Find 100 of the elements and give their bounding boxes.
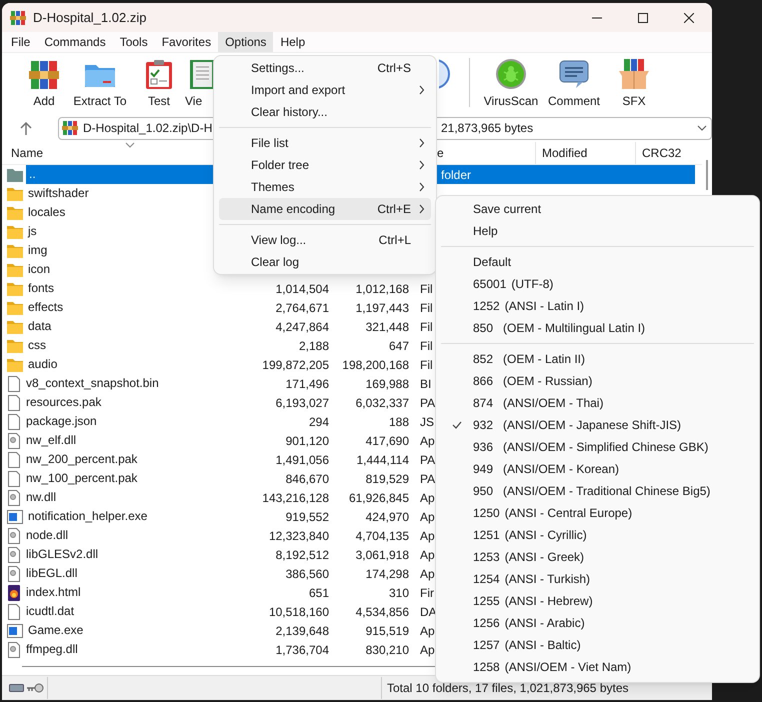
menu-item[interactable]: 1250 (ANSI - Central Europe) <box>441 502 754 524</box>
table-cell: 846,670 <box>286 472 329 486</box>
menu-item[interactable]: Clear log <box>219 251 431 273</box>
speech-bubble-icon <box>558 58 590 90</box>
menu-item[interactable]: 1253 (ANSI - Greek) <box>441 546 754 568</box>
menu-item[interactable]: Help <box>273 32 312 52</box>
menu-item[interactable]: View log... Ctrl+L <box>219 229 431 251</box>
toolbar-button[interactable]: Test <box>136 58 182 108</box>
table-cell: 174,298 <box>366 566 409 580</box>
file-name[interactable]: node.dll <box>26 526 68 545</box>
chevron-right-icon <box>419 182 425 192</box>
file-name[interactable]: nw.dll <box>26 488 56 507</box>
table-cell: 915,519 <box>366 624 409 638</box>
code-text: 1250 <box>473 505 500 522</box>
table-cell: 1,491,056 <box>276 452 329 466</box>
menu-item[interactable]: Settings... Ctrl+S <box>219 57 431 79</box>
up-arrow-icon[interactable] <box>20 122 32 134</box>
code-text: 1254 <box>473 571 500 588</box>
menu-item[interactable]: Default <box>441 251 754 273</box>
column-header[interactable]: Modified <box>542 144 588 162</box>
file-name[interactable]: v8_context_snapshot.bin <box>26 374 159 393</box>
menu-item[interactable]: 1252 (ANSI - Latin I) <box>441 295 754 317</box>
file-name[interactable]: img <box>28 241 48 260</box>
menu-item[interactable]: Favorites <box>154 32 218 52</box>
menu-item[interactable]: 949 (ANSI/OEM - Korean) <box>441 458 754 480</box>
menu-item[interactable]: Import and export <box>219 79 431 101</box>
table-cell: Ap <box>420 490 435 504</box>
menu-item[interactable]: Tools <box>112 32 155 52</box>
toolbar-button[interactable]: Extract To <box>64 58 136 108</box>
menu-item[interactable]: 1256 (ANSI - Arabic) <box>441 612 754 634</box>
code-text: 936 <box>473 439 494 456</box>
file-name[interactable]: icon <box>28 260 50 279</box>
menu-item[interactable]: Name encoding Ctrl+E <box>219 198 431 220</box>
table-cell: Fir <box>420 586 434 600</box>
menu-item[interactable]: 850 (OEM - Multilingual Latin I) <box>441 317 754 339</box>
menu-item[interactable]: 950 (ANSI/OEM - Traditional Chinese Big5) <box>441 480 754 502</box>
archive-books-icon <box>62 120 78 136</box>
menu-item[interactable]: 852 (OEM - Latin II) <box>441 348 754 370</box>
file-name[interactable]: index.html <box>26 583 81 602</box>
file-name[interactable]: libEGL.dll <box>26 564 78 583</box>
column-header[interactable]: CRC32 <box>642 144 682 162</box>
menu-item[interactable]: 1251 (ANSI - Cyrillic) <box>441 524 754 546</box>
chevron-right-icon <box>419 85 425 95</box>
file-name[interactable]: locales <box>28 203 66 222</box>
menu-item[interactable]: Help <box>441 220 754 242</box>
gear-file-icon <box>7 642 21 658</box>
menu-item[interactable]: 1254 (ANSI - Turkish) <box>441 568 754 590</box>
table-cell: PA <box>420 452 436 466</box>
menu-item-label: (OEM - Latin II) <box>503 351 586 368</box>
file-name[interactable]: ffmpeg.dll <box>26 640 78 659</box>
menu-item-label: (OEM - Multilingual Latin I) <box>503 320 646 337</box>
menu-item[interactable]: 932 (ANSI/OEM - Japanese Shift-JIS) <box>441 414 754 436</box>
menu-item[interactable]: File <box>4 32 38 52</box>
code-text: 1256 <box>473 615 500 632</box>
menu-item[interactable]: 866 (OEM - Russian) <box>441 370 754 392</box>
file-name[interactable]: css <box>28 336 46 355</box>
toolbar-button[interactable]: Add <box>24 58 64 108</box>
file-name[interactable]: js <box>28 222 37 241</box>
chevron-down-icon[interactable] <box>697 125 707 131</box>
file-name[interactable]: resources.pak <box>26 393 102 412</box>
toolbar-button[interactable]: Comment <box>544 58 604 108</box>
file-name[interactable]: notification_helper.exe <box>28 507 148 526</box>
column-header[interactable]: Name <box>11 144 44 162</box>
menu-item-label: (ANSI/OEM - Korean) <box>503 461 620 478</box>
table-cell: folder <box>441 168 472 182</box>
gear-file-icon <box>7 566 21 582</box>
toolbar-button[interactable]: SFX <box>604 58 664 108</box>
file-name[interactable]: nw_200_percent.pak <box>26 450 138 469</box>
file-name[interactable]: effects <box>28 298 64 317</box>
file-name[interactable]: nw_100_percent.pak <box>26 469 138 488</box>
menu-item[interactable]: 874 (ANSI/OEM - Thai) <box>441 392 754 414</box>
menu-item[interactable]: 1255 (ANSI - Hebrew) <box>441 590 754 612</box>
menu-item[interactable]: Commands <box>37 32 113 52</box>
column-header[interactable]: e <box>437 144 444 162</box>
scrollbar-thumb[interactable] <box>706 160 708 190</box>
file-name[interactable]: swiftshader <box>28 184 89 203</box>
file-name[interactable]: libGLESv2.dll <box>26 545 98 564</box>
menu-item[interactable]: 936 (ANSI/OEM - Simplified Chinese GBK) <box>441 436 754 458</box>
toolbar-button[interactable]: VirusScan <box>478 58 544 108</box>
toolbar-button[interactable]: Vie <box>182 58 214 108</box>
menu-item[interactable]: Options <box>218 32 274 52</box>
table-cell: 830,210 <box>366 642 409 656</box>
file-name[interactable]: data <box>28 317 52 336</box>
menu-item[interactable]: Save current <box>441 198 754 220</box>
menu-item-label: (ANSI - Greek) <box>504 549 584 566</box>
sort-chevron-icon <box>125 142 135 148</box>
file-name[interactable]: Game.exe <box>28 621 84 640</box>
folder-icon <box>7 206 23 220</box>
file-name[interactable]: icudtl.dat <box>26 602 74 621</box>
file-name[interactable]: nw_elf.dll <box>26 431 76 450</box>
table-cell: 2,764,671 <box>276 300 329 314</box>
size-text: 21,873,965 bytes <box>441 120 534 137</box>
menu-item[interactable]: 65001 (UTF-8) <box>441 273 754 295</box>
file-name[interactable]: fonts <box>28 279 54 298</box>
file-name[interactable]: audio <box>28 355 58 374</box>
table-cell: 169,988 <box>366 376 409 390</box>
menu-item[interactable]: 1258 (ANSI/OEM - Viet Nam) <box>441 656 754 678</box>
file-name[interactable]: package.json <box>26 412 97 431</box>
table-cell: Ap <box>420 566 435 580</box>
menu-item[interactable]: 1257 (ANSI - Baltic) <box>441 634 754 656</box>
